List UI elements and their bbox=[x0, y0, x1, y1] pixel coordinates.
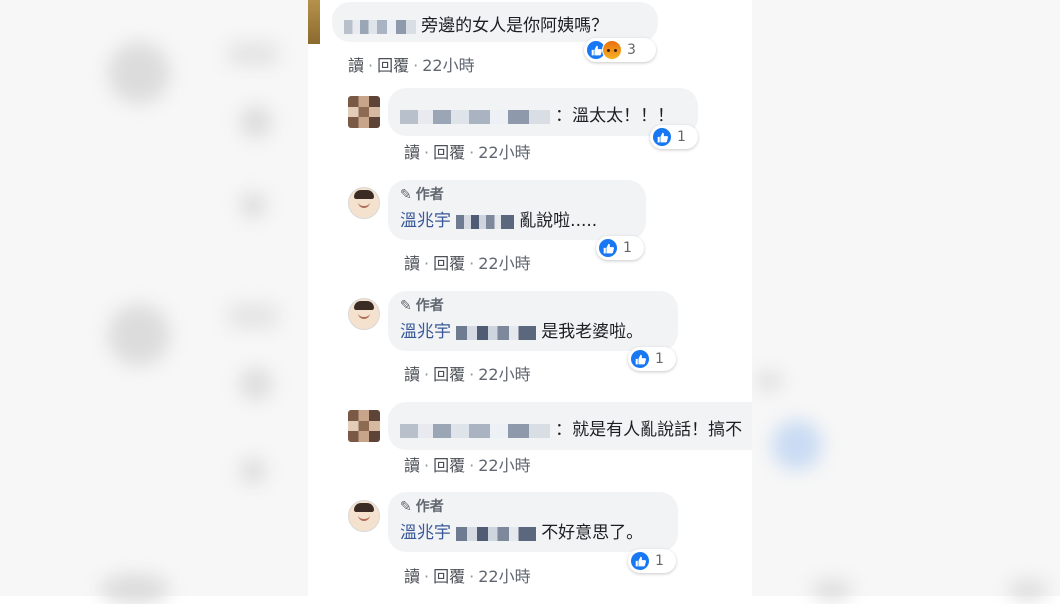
redacted-mention[interactable] bbox=[456, 526, 537, 541]
comment-bubble: 旁邊的女人是你阿姨嗎？ bbox=[332, 2, 658, 42]
comment-bubble: ✎ 作者 溫兆宇 不好意思了。 bbox=[388, 492, 678, 552]
reaction-badge[interactable]: 1 bbox=[628, 347, 676, 371]
reply-link[interactable]: 回覆 bbox=[433, 456, 465, 475]
reaction-count: 1 bbox=[655, 351, 664, 367]
comment-meta: 讀 · 回覆 · 22小時 bbox=[348, 56, 475, 75]
comment-meta: 讀 · 回覆 · 22小時 bbox=[404, 567, 531, 586]
blurred-shape bbox=[228, 304, 278, 328]
author-badge: ✎ 作者 bbox=[400, 298, 444, 314]
timestamp[interactable]: 22小時 bbox=[478, 254, 530, 273]
read-link[interactable]: 讀 bbox=[404, 254, 420, 273]
blurred-shape bbox=[240, 106, 272, 138]
reply-link[interactable]: 回覆 bbox=[433, 365, 465, 384]
blurred-shape bbox=[756, 372, 782, 390]
blurred-shape bbox=[240, 368, 272, 400]
comment-meta: 讀 · 回覆 · 22小時 bbox=[404, 254, 531, 273]
comment-meta: 讀 · 回覆 · 22小時 bbox=[404, 456, 531, 475]
author-badge: ✎ 作者 bbox=[400, 499, 444, 515]
blurred-button bbox=[772, 420, 822, 470]
blurred-background-left bbox=[0, 0, 308, 604]
blurred-shape bbox=[240, 192, 266, 218]
avatar[interactable] bbox=[308, 0, 320, 44]
read-link[interactable]: 讀 bbox=[404, 143, 420, 162]
comment-text: 亂說啦..... bbox=[519, 211, 598, 231]
like-icon bbox=[652, 127, 672, 147]
avatar[interactable] bbox=[348, 187, 380, 219]
reply-link[interactable]: 回覆 bbox=[433, 254, 465, 273]
reply-link[interactable]: 回覆 bbox=[433, 567, 465, 586]
read-link[interactable]: 讀 bbox=[404, 456, 420, 475]
author-name[interactable]: 溫兆宇 bbox=[400, 322, 451, 342]
like-icon bbox=[630, 551, 650, 571]
blurred-background-right bbox=[752, 0, 1060, 600]
timestamp[interactable]: 22小時 bbox=[478, 365, 530, 384]
avatar[interactable] bbox=[348, 410, 380, 442]
like-icon bbox=[630, 349, 650, 369]
redacted-username[interactable] bbox=[400, 423, 550, 438]
comment-bubble: ✎ 作者 溫兆宇 是我老婆啦。 bbox=[388, 291, 678, 351]
author-badge: ✎ 作者 bbox=[400, 187, 444, 203]
author-name[interactable]: 溫兆宇 bbox=[400, 211, 451, 231]
redacted-mention[interactable] bbox=[456, 325, 537, 340]
comment-thread: 旁邊的女人是你阿姨嗎？ 3 讀 · 回覆 · 22小時 ：溫太太！！！ 1 讀 · 回覆 · 2… bbox=[308, 0, 752, 596]
read-link[interactable]: 讀 bbox=[404, 365, 420, 384]
reaction-badge[interactable]: 3 bbox=[584, 38, 656, 62]
reply-link[interactable]: 回覆 bbox=[377, 56, 409, 75]
reaction-count: 1 bbox=[677, 129, 686, 145]
blurred-shape bbox=[100, 574, 170, 604]
read-link[interactable]: 讀 bbox=[404, 567, 420, 586]
redacted-username[interactable] bbox=[400, 109, 550, 124]
redacted-mention[interactable] bbox=[456, 214, 515, 229]
comment-bubble: ：就是有人亂說話！搞不 bbox=[388, 402, 752, 450]
blurred-shape bbox=[1008, 580, 1048, 600]
reply-link[interactable]: 回覆 bbox=[433, 143, 465, 162]
reaction-badge[interactable]: 1 bbox=[650, 125, 698, 149]
timestamp[interactable]: 22小時 bbox=[478, 456, 530, 475]
comment-meta: 讀 · 回覆 · 22小時 bbox=[404, 143, 531, 162]
comment-text: 是我老婆啦。 bbox=[541, 322, 644, 342]
pen-icon: ✎ bbox=[400, 298, 412, 314]
reaction-count: 3 bbox=[627, 42, 636, 58]
redacted-username[interactable] bbox=[344, 19, 416, 34]
comment-text: 旁邊的女人是你阿姨嗎？ bbox=[421, 16, 609, 36]
timestamp[interactable]: 22小時 bbox=[478, 567, 530, 586]
author-name[interactable]: 溫兆宇 bbox=[400, 523, 451, 543]
blurred-shape bbox=[240, 458, 266, 484]
reaction-badge[interactable]: 1 bbox=[628, 549, 676, 573]
avatar[interactable] bbox=[348, 298, 380, 330]
angry-icon bbox=[602, 40, 622, 60]
reaction-count: 1 bbox=[655, 553, 664, 569]
timestamp[interactable]: 22小時 bbox=[478, 143, 530, 162]
comment-text: ：溫太太！！！ bbox=[555, 106, 675, 126]
pen-icon: ✎ bbox=[400, 499, 412, 515]
comment-bubble: ✎ 作者 溫兆宇 亂說啦..... bbox=[388, 180, 646, 240]
blurred-shape bbox=[228, 42, 278, 66]
reaction-count: 1 bbox=[623, 240, 632, 256]
timestamp[interactable]: 22小時 bbox=[422, 56, 474, 75]
comment-text: ：就是有人亂說話！搞不 bbox=[555, 420, 743, 440]
comment-text: 不好意思了。 bbox=[541, 523, 644, 543]
blurred-avatar bbox=[108, 304, 170, 366]
blurred-shape bbox=[812, 580, 852, 600]
reaction-badge[interactable]: 1 bbox=[596, 236, 644, 260]
pen-icon: ✎ bbox=[400, 187, 412, 203]
like-icon bbox=[598, 238, 618, 258]
avatar[interactable] bbox=[348, 500, 380, 532]
read-link[interactable]: 讀 bbox=[348, 56, 364, 75]
avatar[interactable] bbox=[348, 96, 380, 128]
comment-meta: 讀 · 回覆 · 22小時 bbox=[404, 365, 531, 384]
blurred-avatar bbox=[108, 42, 170, 104]
